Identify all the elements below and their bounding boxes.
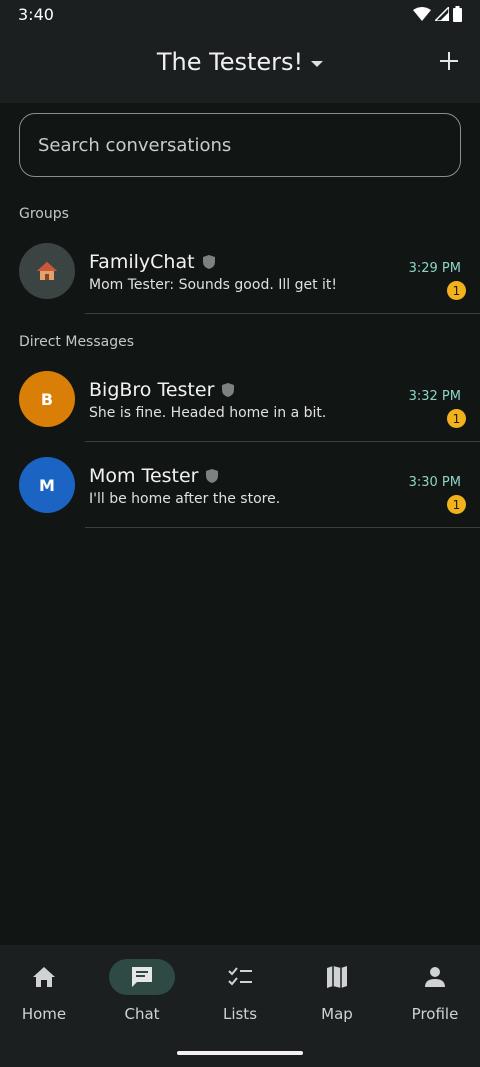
- nav-lists[interactable]: Lists: [200, 959, 280, 1023]
- direct-messages-section-label: Direct Messages: [19, 334, 135, 350]
- shield-icon: [206, 469, 219, 483]
- last-message: I'll be home after the store.: [89, 491, 281, 507]
- conversation-title: FamilyChat: [89, 251, 215, 273]
- top-app-bar: The Testers!: [0, 28, 480, 103]
- conversation-title: BigBro Tester: [89, 379, 235, 401]
- unread-badge: 1: [447, 281, 466, 300]
- conversation-row-familychat[interactable]: FamilyChat Mom Tester: Sounds good. Ill …: [0, 228, 480, 314]
- wifi-icon: [413, 7, 431, 21]
- message-time: 3:29 PM: [408, 261, 461, 276]
- group-selector[interactable]: The Testers!: [0, 48, 480, 76]
- home-icon: [33, 967, 55, 987]
- nav-home[interactable]: Home: [4, 959, 84, 1023]
- signal-icon: [435, 7, 449, 21]
- battery-icon: [453, 6, 462, 22]
- unread-badge: 1: [447, 495, 466, 514]
- divider: [85, 313, 480, 314]
- house-icon: [37, 262, 57, 280]
- status-icons: [413, 6, 462, 22]
- divider: [85, 527, 480, 528]
- last-message: Mom Tester: Sounds good. Ill get it!: [89, 277, 338, 293]
- message-time: 3:30 PM: [408, 475, 461, 490]
- nav-label: Lists: [222, 1005, 258, 1023]
- bottom-navigation: Home Chat Lists Map Profile: [0, 945, 480, 1067]
- chat-icon: [132, 967, 152, 987]
- search-input[interactable]: [38, 134, 460, 156]
- home-indicator[interactable]: [177, 1051, 303, 1055]
- nav-label: Home: [21, 1005, 67, 1023]
- shield-icon: [202, 255, 215, 269]
- last-message: She is fine. Headed home in a bit.: [89, 405, 327, 421]
- search-box[interactable]: [19, 113, 461, 177]
- nav-label: Profile: [411, 1005, 459, 1023]
- unread-badge: 1: [447, 409, 466, 428]
- dropdown-caret-icon: [311, 60, 324, 67]
- avatar: M: [19, 457, 75, 513]
- person-icon: [425, 967, 445, 987]
- add-icon[interactable]: [438, 50, 460, 72]
- status-time: 3:40: [18, 4, 54, 24]
- map-icon: [327, 966, 347, 988]
- shield-icon: [222, 383, 235, 397]
- nav-label: Map: [321, 1005, 353, 1023]
- groups-section-label: Groups: [19, 206, 69, 222]
- checklist-icon: [228, 967, 252, 986]
- conversation-row-bigbro[interactable]: B BigBro Tester She is fine. Headed home…: [0, 356, 480, 442]
- conversation-title: Mom Tester: [89, 465, 219, 487]
- nav-chat[interactable]: Chat: [102, 959, 182, 1023]
- conversation-row-mom[interactable]: M Mom Tester I'll be home after the stor…: [0, 442, 480, 528]
- status-bar: 3:40: [0, 0, 480, 28]
- avatar: B: [19, 371, 75, 427]
- nav-map[interactable]: Map: [297, 959, 377, 1023]
- nav-profile[interactable]: Profile: [395, 959, 475, 1023]
- page-title: The Testers!: [156, 48, 304, 76]
- message-time: 3:32 PM: [408, 389, 461, 404]
- avatar: [19, 243, 75, 299]
- nav-label: Chat: [124, 1005, 160, 1023]
